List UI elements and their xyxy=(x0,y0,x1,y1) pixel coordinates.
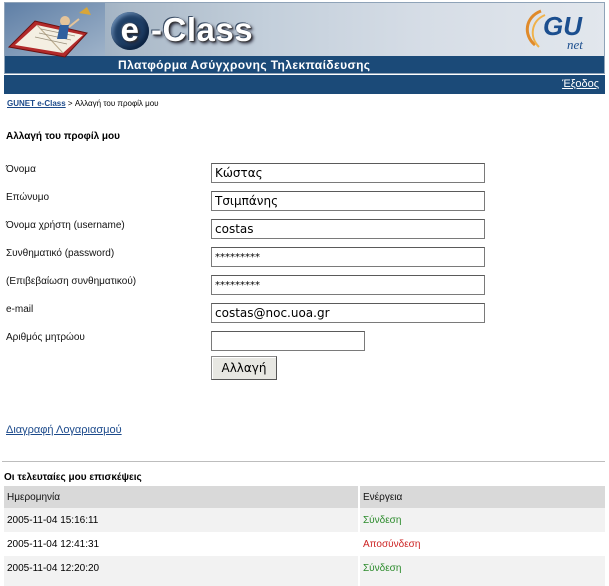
logout-link[interactable]: Έξοδος xyxy=(562,78,599,90)
visits-table-header-row: Ημερομηνία Ενέργεια xyxy=(4,486,605,508)
password-confirm-field[interactable] xyxy=(211,275,485,295)
table-row xyxy=(4,580,605,586)
page-title: Αλλαγή του προφίλ μου xyxy=(6,131,120,142)
first-name-field[interactable] xyxy=(211,163,485,183)
eclass-logo-word: -Class xyxy=(151,11,254,48)
visit-date: 2005-11-04 15:16:11 xyxy=(4,508,359,532)
breadcrumb: GUNET e-Class > Αλλαγή του προφίλ μου xyxy=(7,99,159,108)
header-banner: e -Class Πλατφόρμα Ασύγχρονης Τηλεκπαίδευ… xyxy=(4,2,605,74)
visit-date: 2005-11-04 12:41:31 xyxy=(4,532,359,556)
visit-date xyxy=(4,580,359,586)
table-row: 2005-11-04 12:41:31 Αποσύνδεση xyxy=(4,532,605,556)
breadcrumb-separator: > xyxy=(65,99,75,108)
column-header-date: Ημερομηνία xyxy=(4,486,359,508)
visit-action: Αποσύνδεση xyxy=(358,532,605,556)
change-profile-button[interactable]: Αλλαγή xyxy=(211,356,277,380)
email-field[interactable] xyxy=(211,303,485,323)
username-field[interactable] xyxy=(211,219,485,239)
visit-action: Σύνδεση xyxy=(358,556,605,580)
top-navigation-bar: Έξοδος xyxy=(4,75,605,94)
visit-date: 2005-11-04 12:20:20 xyxy=(4,556,359,580)
breadcrumb-home-link[interactable]: GUNET e-Class xyxy=(7,99,66,108)
visits-section-title: Οι τελευταίες μου επισκέψεις xyxy=(4,472,142,483)
password-confirm-label: (Επιβεβαίωση συνθηματικού) xyxy=(6,276,137,287)
platform-subtitle: Πλατφόρμα Ασύγχρονης Τηλεκπαίδευσης xyxy=(118,58,371,72)
last-name-field[interactable] xyxy=(211,191,485,211)
table-row: 2005-11-04 15:16:11 Σύνδεση xyxy=(4,508,605,532)
last-name-label: Επώνυμο xyxy=(6,192,50,203)
password-label: Συνθηματικό (password) xyxy=(6,248,115,259)
password-field[interactable] xyxy=(211,247,485,267)
column-header-action: Ενέργεια xyxy=(358,486,605,508)
registration-number-field[interactable] xyxy=(211,331,365,351)
visit-action: Σύνδεση xyxy=(358,508,605,532)
eclass-logo-text: e -Class xyxy=(111,11,253,50)
flying-book-logo-icon xyxy=(5,3,105,58)
email-label: e-mail xyxy=(6,304,34,315)
gunet-logo-icon: GU net xyxy=(525,9,583,52)
eclass-logo-e: e xyxy=(111,12,149,50)
first-name-label: Όνομα xyxy=(6,164,36,175)
username-label: Όνομα χρήστη (username) xyxy=(6,220,125,231)
breadcrumb-current: Αλλαγή του προφίλ μου xyxy=(74,99,159,108)
visit-action xyxy=(358,580,605,586)
delete-account-link[interactable]: Διαγραφή Λογαριασμού xyxy=(6,424,122,436)
table-row: 2005-11-04 12:20:20 Σύνδεση xyxy=(4,556,605,580)
registration-number-label: Αριθμός μητρώου xyxy=(6,332,85,343)
section-divider xyxy=(2,461,605,462)
gunet-logo-sub: net xyxy=(567,37,583,52)
visits-table: Ημερομηνία Ενέργεια 2005-11-04 15:16:11 … xyxy=(4,486,605,586)
